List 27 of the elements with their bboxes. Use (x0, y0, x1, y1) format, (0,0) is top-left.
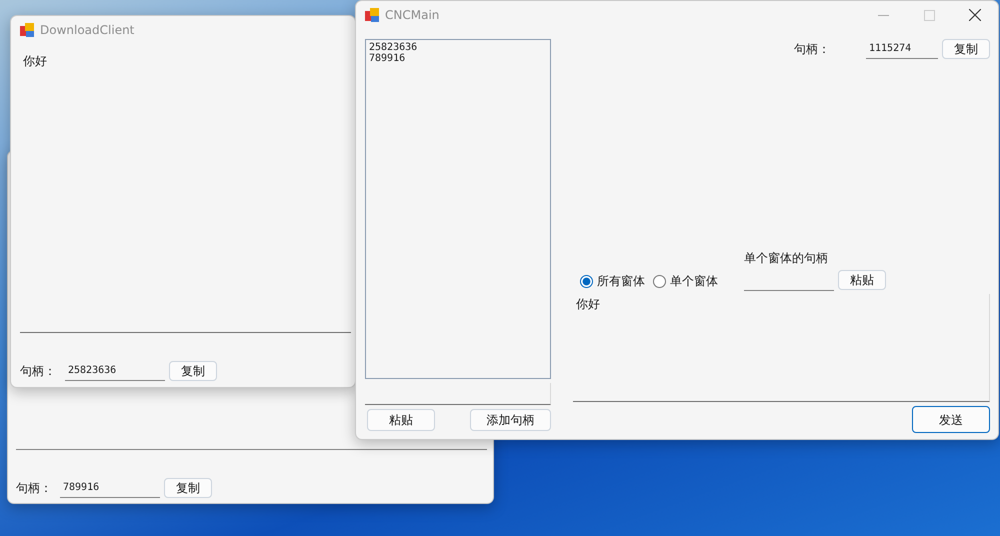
radio-button[interactable] (580, 274, 593, 288)
copy-button[interactable]: 复制 (169, 361, 217, 381)
message-box[interactable]: 你好 (573, 294, 990, 402)
copy-button[interactable]: 复制 (942, 39, 990, 59)
message-text: 你好 (23, 54, 47, 68)
single-handle-label: 单个窗体的句柄 (744, 250, 829, 267)
window-title: CNCMain (385, 7, 440, 24)
paste-button[interactable]: 粘贴 (367, 409, 435, 431)
add-handle-button[interactable]: 添加句柄 (470, 409, 551, 431)
window-title: DownloadClient (40, 22, 134, 39)
list-item[interactable]: 25823636 (369, 42, 418, 53)
handle-label: 句柄： (20, 363, 57, 380)
maximize-icon (924, 10, 934, 20)
app-icon (365, 8, 379, 22)
radio-button[interactable] (653, 274, 666, 288)
app-icon (20, 23, 34, 37)
paste-button[interactable]: 粘贴 (838, 270, 886, 290)
send-button[interactable]: 发送 (912, 406, 990, 433)
copy-button[interactable]: 复制 (164, 478, 212, 498)
radio-label: 单个窗体 (670, 273, 718, 290)
message-text: 你好 (576, 297, 600, 311)
handle-label: 句柄： (16, 480, 53, 497)
list-item[interactable]: 789916 (369, 53, 406, 64)
close-icon (969, 9, 981, 21)
handle-list[interactable]: 25823636 789916 (365, 39, 551, 379)
radio-label: 所有窗体 (597, 273, 645, 290)
handle-label: 句柄： (794, 41, 831, 58)
